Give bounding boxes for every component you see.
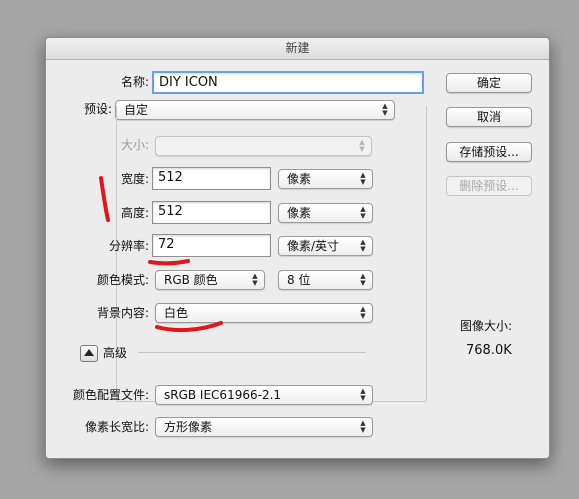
select-arrows-icon: ▲ ▼ bbox=[360, 171, 366, 186]
select-arrows-icon: ▲ ▼ bbox=[360, 419, 366, 434]
height-unit-value: 像素 bbox=[287, 206, 312, 220]
background-value: 白色 bbox=[164, 306, 189, 320]
triangle-up-icon bbox=[84, 349, 94, 356]
name-label: 名称: bbox=[120, 75, 149, 89]
advanced-separator bbox=[138, 352, 366, 353]
size-select: ▲ ▼ bbox=[155, 136, 372, 156]
width-label: 宽度: bbox=[120, 172, 149, 186]
image-size-label: 图像大小: bbox=[460, 319, 513, 333]
ok-button[interactable]: 确定 bbox=[446, 73, 532, 93]
color-profile-label: 颜色配置文件: bbox=[72, 388, 149, 402]
select-arrows-icon: ▲ ▼ bbox=[359, 138, 365, 153]
color-mode-label: 颜色模式: bbox=[96, 273, 149, 287]
width-field[interactable]: 512 bbox=[152, 167, 271, 190]
pixel-aspect-value: 方形像素 bbox=[164, 420, 213, 434]
size-label: 大小: bbox=[120, 138, 149, 152]
pixel-aspect-select[interactable]: 方形像素 ▲ ▼ bbox=[155, 417, 373, 437]
select-arrows-icon: ▲ ▼ bbox=[360, 205, 366, 220]
width-unit-select[interactable]: 像素 ▲ ▼ bbox=[278, 169, 373, 189]
background-select[interactable]: 白色 ▲ ▼ bbox=[155, 303, 373, 323]
resolution-field[interactable]: 72 bbox=[152, 234, 271, 257]
new-document-dialog: 新建 名称: DIY ICON 预设: 自定 ▲ ▼ 大小: ▲ ▼ 宽度: 512… bbox=[45, 37, 550, 459]
background-label: 背景内容: bbox=[96, 306, 149, 320]
width-unit-value: 像素 bbox=[287, 172, 312, 186]
select-arrows-icon: ▲ ▼ bbox=[360, 272, 366, 287]
select-arrows-icon: ▲ ▼ bbox=[360, 238, 366, 253]
name-field[interactable]: DIY ICON bbox=[152, 71, 424, 94]
resolution-label: 分辨率: bbox=[108, 239, 149, 253]
resolution-unit-select[interactable]: 像素/英寸 ▲ ▼ bbox=[278, 236, 373, 256]
color-profile-value: sRGB IEC61966-2.1 bbox=[164, 388, 282, 402]
select-arrows-icon: ▲ ▼ bbox=[360, 387, 366, 402]
save-preset-button[interactable]: 存储预设... bbox=[446, 142, 532, 162]
advanced-label: 高级 bbox=[103, 346, 128, 360]
pixel-aspect-label: 像素长宽比: bbox=[84, 420, 149, 434]
select-arrows-icon: ▲ ▼ bbox=[360, 305, 366, 320]
color-profile-select[interactable]: sRGB IEC61966-2.1 ▲ ▼ bbox=[155, 385, 373, 405]
resolution-unit-value: 像素/英寸 bbox=[287, 239, 340, 253]
desktop-background: { "dialog": { "title": "新建" }, "name": {… bbox=[0, 0, 579, 499]
height-field[interactable]: 512 bbox=[152, 201, 271, 224]
cancel-button[interactable]: 取消 bbox=[446, 107, 532, 127]
select-arrows-icon: ▲ ▼ bbox=[252, 272, 258, 287]
color-mode-value: RGB 颜色 bbox=[164, 273, 218, 287]
height-unit-select[interactable]: 像素 ▲ ▼ bbox=[278, 203, 373, 223]
bit-depth-value: 8 位 bbox=[287, 273, 311, 287]
preset-label: 预设: bbox=[83, 102, 112, 116]
dialog-title: 新建 bbox=[46, 38, 549, 60]
height-label: 高度: bbox=[120, 206, 149, 220]
delete-preset-button: 删除预设... bbox=[446, 176, 532, 196]
bit-depth-select[interactable]: 8 位 ▲ ▼ bbox=[278, 270, 373, 290]
image-size-value: 768.0K bbox=[466, 343, 512, 358]
color-mode-select[interactable]: RGB 颜色 ▲ ▼ bbox=[155, 270, 265, 290]
advanced-disclosure-button[interactable] bbox=[80, 345, 98, 362]
